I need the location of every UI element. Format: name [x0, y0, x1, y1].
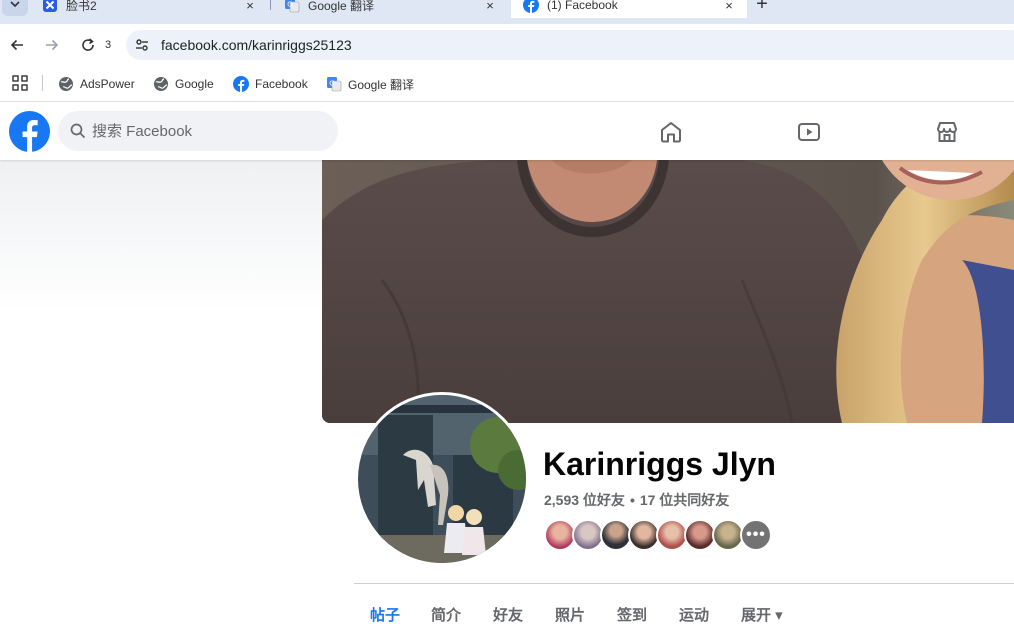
tab-friends[interactable]: 好友	[493, 604, 523, 625]
url-text[interactable]: facebook.com/karinriggs25123	[161, 37, 352, 53]
google-translate-icon: G	[327, 77, 342, 92]
tab-check-ins[interactable]: 签到	[617, 604, 647, 625]
nav-watch[interactable]	[753, 103, 865, 160]
tab-title: (1) Facebook	[547, 0, 618, 12]
bookmarks-bar: AdsPower Google Facebook G Google 翻译	[0, 66, 1014, 102]
google-translate-icon: G	[285, 0, 300, 13]
browser-toolbar: 3 facebook.com/karinriggs25123	[0, 24, 1014, 66]
svg-text:G: G	[329, 80, 334, 88]
facebook-icon	[523, 0, 539, 13]
adspower-icon	[43, 0, 57, 12]
left-background-fade	[0, 160, 322, 310]
forward-button[interactable]	[40, 33, 64, 57]
bookmark-label: AdsPower	[80, 77, 135, 91]
profile-name: Karinriggs Jlyn	[543, 446, 776, 482]
marketplace-icon	[937, 121, 957, 142]
facebook-icon	[233, 76, 249, 92]
nav-home[interactable]	[615, 103, 727, 160]
browser-tab-3-active[interactable]: (1) Facebook ×	[511, 0, 747, 18]
tab-about[interactable]: 简介	[431, 604, 461, 625]
bookmark-label: Google 翻译	[348, 77, 415, 92]
chevron-down-icon	[10, 1, 20, 8]
globe-icon	[59, 77, 73, 91]
cover-photo-image	[322, 160, 1014, 423]
facebook-logo-icon[interactable]	[9, 111, 50, 152]
address-bar[interactable]: facebook.com/karinriggs25123	[126, 30, 1014, 60]
more-mutual-friends-icon[interactable]: •••	[740, 519, 772, 551]
tab-more-dropdown[interactable]: 展开 ▾	[741, 604, 783, 625]
search-input[interactable]	[92, 111, 322, 151]
bookmark-adspower[interactable]: AdsPower	[58, 74, 135, 94]
mutual-friends-link[interactable]: 17 位共同好友	[640, 492, 729, 508]
tab-posts[interactable]: 帖子	[370, 604, 400, 625]
reload-count-badge: 3	[105, 39, 112, 51]
bookmark-facebook[interactable]: Facebook	[233, 74, 308, 94]
nav-marketplace[interactable]	[891, 103, 1003, 160]
close-tab-icon[interactable]: ×	[242, 0, 258, 13]
facebook-top-bar	[0, 103, 1014, 160]
bookmark-label: Facebook	[255, 77, 308, 91]
close-tab-icon[interactable]: ×	[721, 0, 737, 13]
browser-tab-1[interactable]: 脸书2 ×	[30, 0, 268, 18]
close-tab-icon[interactable]: ×	[482, 0, 498, 13]
bookmark-label: Google	[175, 77, 214, 91]
globe-icon	[154, 77, 168, 91]
new-tab-button[interactable]: +	[750, 0, 774, 16]
profile-avatar[interactable]	[358, 395, 526, 563]
home-icon	[661, 121, 681, 142]
watch-icon	[798, 122, 820, 141]
apps-grid-icon[interactable]	[12, 75, 28, 91]
svg-text:G: G	[287, 1, 292, 9]
tab-title: 脸书2	[66, 0, 97, 13]
friend-stats: 2,593 位好友 • 17 位共同好友	[544, 490, 729, 510]
tab-sports[interactable]: 运动	[679, 604, 709, 625]
bookmark-google-translate[interactable]: G Google 翻译	[326, 74, 414, 94]
bookmark-google[interactable]: Google	[153, 74, 214, 94]
friend-count-link[interactable]: 2,593 位好友	[544, 492, 625, 508]
facebook-search-box[interactable]	[58, 111, 338, 151]
tab-search-button[interactable]	[2, 0, 28, 16]
stats-separator: •	[629, 492, 635, 508]
tab-photos[interactable]: 照片	[555, 604, 585, 625]
avatar-photo-image	[358, 395, 526, 563]
browser-tab-2[interactable]: G Google 翻译 ×	[272, 0, 508, 18]
profile-header-divider	[354, 583, 1014, 584]
tab-title: Google 翻译	[308, 0, 375, 13]
arrow-left-icon	[10, 39, 23, 51]
reload-button[interactable]	[76, 33, 100, 57]
tab-separator	[270, 0, 271, 10]
cover-photo[interactable]	[322, 160, 1014, 423]
arrow-right-icon	[46, 39, 59, 51]
browser-tab-strip: 脸书2 × G Google 翻译 × (1) Facebook × +	[0, 0, 1014, 24]
back-button[interactable]	[5, 33, 29, 57]
site-info-icon[interactable]	[134, 37, 150, 53]
reload-icon	[82, 38, 94, 51]
bookmarks-separator	[42, 75, 43, 91]
search-icon	[70, 123, 86, 139]
